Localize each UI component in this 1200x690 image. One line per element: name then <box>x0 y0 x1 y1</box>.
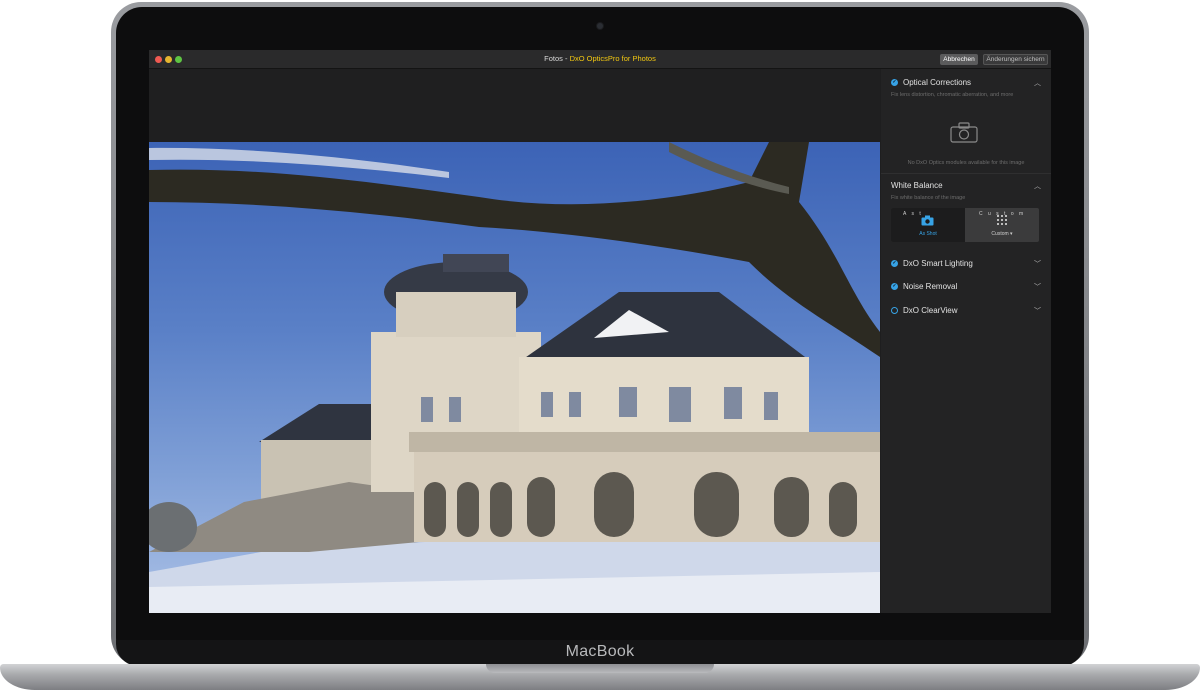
optical-corrections-check-icon[interactable]: ✓ <box>891 79 898 86</box>
noise-removal-check-icon[interactable]: ✓ <box>891 283 898 290</box>
white-balance-mode-selector: A s t As Shot C u s t o m Custom ▾ <box>891 208 1039 242</box>
window-title: Fotos - DxO OpticsPro for Photos <box>149 54 1051 63</box>
chevron-down-icon[interactable]: ﹀ <box>1034 282 1041 292</box>
section-divider <box>881 173 1051 174</box>
white-balance-title[interactable]: White Balance <box>891 181 943 190</box>
optical-corrections-subtitle: Fix lens distortion, chromatic aberratio… <box>891 92 1014 98</box>
window-title-plugin: DxO OpticsPro for Photos <box>569 54 656 63</box>
photo-preview[interactable] <box>149 142 880 613</box>
window-title-separator: - <box>562 54 570 63</box>
clearview-toggle-icon[interactable] <box>891 307 898 314</box>
palace-photo-illustration <box>149 142 880 613</box>
clearview-title[interactable]: DxO ClearView <box>903 306 958 315</box>
cancel-button[interactable]: Abbrechen <box>940 54 978 65</box>
opening-notch <box>486 664 714 673</box>
smart-lighting-check-icon[interactable]: ✓ <box>891 260 898 267</box>
noise-removal-title[interactable]: Noise Removal <box>903 282 957 291</box>
optical-corrections-title[interactable]: Optical Corrections <box>903 78 971 87</box>
as-shot-letters: A s t <box>903 211 923 217</box>
chevron-up-icon[interactable]: ︿ <box>1034 181 1041 191</box>
chevron-up-icon[interactable]: ︿ <box>1034 78 1041 88</box>
smart-lighting-title[interactable]: DxO Smart Lighting <box>903 259 973 268</box>
app-window: Fotos - DxO OpticsPro for Photos Abbrech… <box>149 50 1051 613</box>
as-shot-label: As Shot <box>919 231 937 237</box>
camera-icon <box>921 215 934 226</box>
adjustments-panel: ✓ Optical Corrections ︿ Fix lens distort… <box>881 69 1051 613</box>
custom-dropdown[interactable]: Custom ▾ <box>965 231 1039 237</box>
camera-icon <box>950 122 978 143</box>
white-balance-subtitle: Fix white balance of the image <box>891 195 966 201</box>
device-brand: MacBook <box>565 643 635 660</box>
no-modules-message: No DxO Optics modules available for this… <box>907 160 1025 166</box>
webcam <box>597 23 603 29</box>
window-titlebar: Fotos - DxO OpticsPro for Photos Abbrech… <box>149 50 1051 69</box>
save-changes-button[interactable]: Änderungen sichern <box>983 54 1048 65</box>
as-shot-option[interactable]: A s t As Shot <box>891 208 965 242</box>
window-title-app: Fotos <box>544 54 563 63</box>
chevron-down-icon[interactable]: ﹀ <box>1034 259 1041 269</box>
chevron-down-icon[interactable]: ﹀ <box>1034 306 1041 316</box>
grid-picker-icon[interactable] <box>997 215 1007 225</box>
